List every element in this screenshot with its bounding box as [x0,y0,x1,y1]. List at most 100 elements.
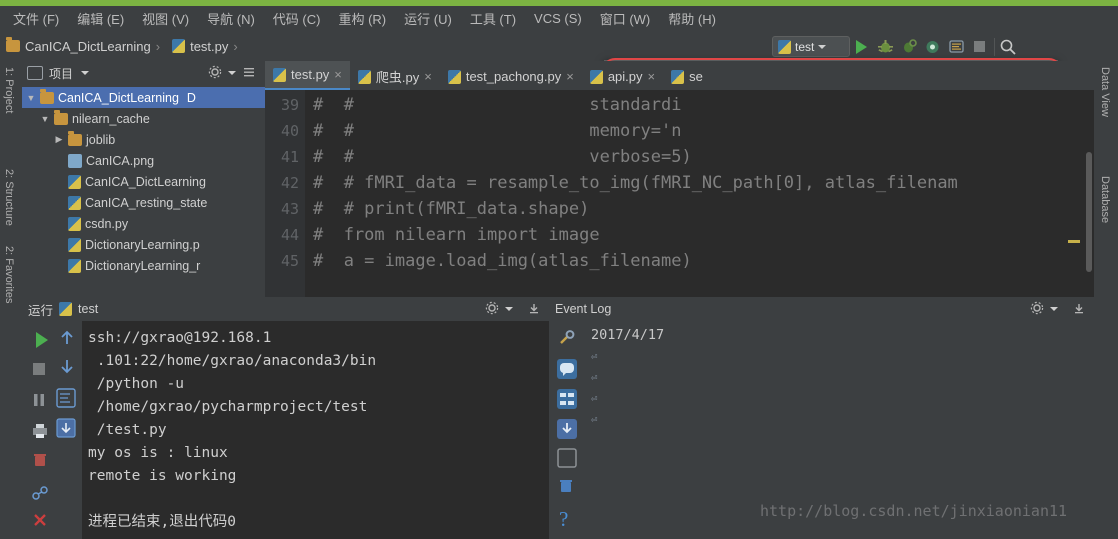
close-icon[interactable] [31,511,49,532]
tool-window-structure[interactable]: 2: Structure [3,169,15,229]
code-line: # # memory='n [313,121,682,141]
file-icon [68,153,82,168]
structure-icon[interactable] [555,387,579,414]
build-icon[interactable] [557,329,577,352]
py-icon [68,174,81,189]
code-line: # # verbose=5) [313,147,692,167]
close-icon[interactable]: × [334,67,342,82]
code-line: # from nilearn import image [313,225,600,245]
menu-item-run[interactable]: 运行 (U) [395,6,461,31]
breadcrumb-project[interactable]: CanICA_DictLearning › [0,37,166,54]
tool-window-structure-label: 2: Structure [3,169,15,226]
menu-item-edit[interactable]: 编辑 (E) [68,6,133,31]
menu-item-tools[interactable]: 工具 (T) [461,6,525,31]
tree-node[interactable]: DictionaryLearning.p [22,234,265,255]
run-configuration-label: test [795,39,815,54]
tree-node[interactable]: CanICA_resting_state [22,192,265,213]
chevron-down-icon[interactable] [81,71,90,75]
run-panel-title: 运行 [28,303,54,318]
pause-icon[interactable] [30,391,48,412]
tool-window-favorites[interactable]: 2: Favorites [3,246,15,306]
hide-panel-icon[interactable] [527,301,541,318]
menu-item-window[interactable]: 窗口 (W) [591,6,660,31]
code-line: # # standardi [313,95,682,115]
run-tool-window: ssh://gxrao@192.168.1 .101:22/home/gxrao… [22,321,549,539]
tree-node[interactable]: ▼ CanICA_DictLearning D [22,87,265,108]
menu-item-code[interactable]: 代码 (C) [264,6,330,31]
close-icon[interactable]: × [566,69,574,84]
event-log-header: Event Log [549,297,1094,321]
hide-panel-icon[interactable] [1072,301,1086,318]
editor-change-marker [1068,240,1080,243]
project-panel-title: 项目 [49,66,74,81]
menu-item-navigate[interactable]: 导航 (N) [198,6,264,31]
close-icon[interactable]: × [648,69,656,84]
code-editor[interactable]: 39 40 41 42 43 44 45 # # standardi # # memory='… [265,90,1094,297]
tree-node-label: DictionaryLearning_r [85,258,201,273]
menu-item-vcs[interactable]: VCS (S) [525,8,591,29]
breadcrumb-separator-2: › [233,38,238,54]
download-icon[interactable] [555,417,579,444]
tree-node[interactable]: csdn.py [22,213,265,234]
profile-icon[interactable] [923,36,943,58]
settings-icon[interactable] [485,301,499,318]
editor-tab[interactable]: test.py × [265,61,350,90]
soft-wrap-icon[interactable] [55,387,77,412]
python-icon [778,39,791,54]
tree-expand-arrow-icon[interactable]: ▼ [26,93,36,103]
tree-node[interactable]: ▶ joblib [22,129,265,150]
run-icon[interactable] [852,36,872,58]
tree-expand-arrow-icon[interactable]: ▼ [40,114,50,124]
search-icon[interactable] [998,36,1018,58]
scroll-to-end-icon[interactable] [55,417,77,442]
menu-item-view[interactable]: 视图 (V) [133,6,198,31]
tree-node[interactable]: ▼ nilearn_cache [22,108,265,129]
print-icon[interactable] [30,421,50,444]
editor-tab[interactable]: test_pachong.py × [440,63,582,90]
breadcrumb-file[interactable]: test.py › [166,39,244,54]
chevron-down-icon [818,44,827,49]
menu-item-file[interactable]: 文件 (F) [4,6,68,31]
run-configuration-selector[interactable]: test [772,36,850,57]
editor-tab[interactable]: se [663,63,711,90]
run-with-console-icon[interactable] [946,36,966,58]
tree-node-label: nilearn_cache [72,111,150,126]
tree-node[interactable]: DictionaryLearning_r [22,255,265,276]
settings-icon[interactable] [208,65,222,82]
tool-window-project[interactable]: 1: Project [3,67,15,116]
editor-tab[interactable]: api.py × [582,63,663,90]
trash-icon[interactable] [557,477,575,498]
project-tree[interactable]: ▼ CanICA_DictLearning D ▼ nilearn_cache ▶ jobl… [22,85,265,276]
message-icon[interactable] [555,357,579,384]
stop-icon[interactable] [29,359,49,382]
layout-icon[interactable] [556,447,578,472]
settings-icon[interactable] [1030,301,1044,318]
trash-icon[interactable] [31,451,49,472]
breadcrumb-project-label: CanICA_DictLearning [25,38,151,54]
help-icon[interactable]: ? [559,507,568,532]
editor-code-area[interactable]: # # standardi # # memory='n # # verbose=5)… [305,90,1094,297]
menu-item-help[interactable]: 帮助 (H) [659,6,725,31]
editor-scrollbar-thumb[interactable] [1086,152,1092,272]
tree-node[interactable]: CanICA.png [22,150,265,171]
rerun-icon[interactable] [28,327,54,356]
tree-node[interactable]: CanICA_DictLearning [22,171,265,192]
editor-tab[interactable]: 爬虫.py × [350,63,440,90]
tree-node-suffix: D [186,90,196,105]
tool-window-database[interactable]: Database [1099,176,1111,226]
coverage-icon[interactable] [899,36,919,58]
close-icon[interactable]: × [424,69,432,84]
menu-item-refactor[interactable]: 重构 (R) [329,6,395,31]
scroll-down-icon[interactable] [58,357,76,378]
chevron-down-icon-2[interactable] [228,71,236,75]
tool-window-data-view[interactable]: Data View [1099,67,1111,120]
tree-expand-arrow-icon[interactable]: ▶ [54,134,64,145]
chevron-down-icon[interactable] [1050,307,1058,311]
folder-icon [6,37,20,52]
chevron-down-icon[interactable] [505,307,513,311]
collapse-all-icon[interactable] [242,65,256,82]
scroll-up-icon[interactable] [58,329,76,350]
debug-icon[interactable] [876,36,896,58]
event-log-error-line: ⏎ [591,388,1110,409]
pin-icon[interactable] [30,483,50,506]
